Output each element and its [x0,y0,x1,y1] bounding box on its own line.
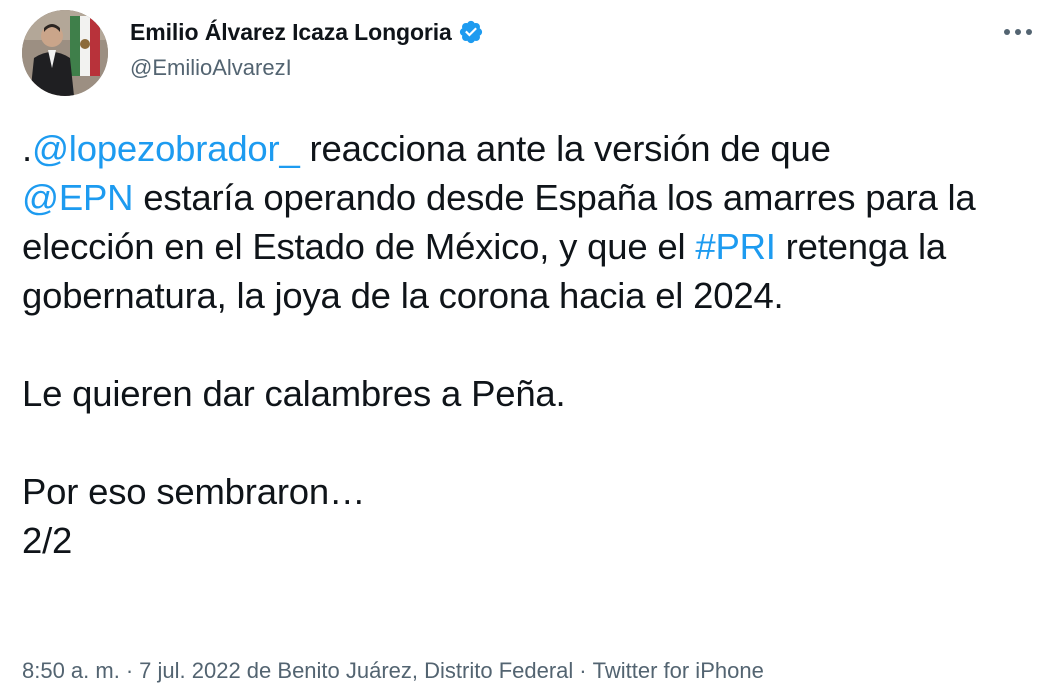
tweet-paragraph-1: .@lopezobrador_ reacciona ante la versió… [22,124,1032,320]
tweet-metadata: 8:50 a. m. · 7 jul. 2022 de Benito Juárez,… [22,658,764,684]
tweet-source-link[interactable]: Twitter for iPhone [593,658,764,683]
text-fragment: reacciona ante la versión de que [299,128,831,169]
tweet-text: .@lopezobrador_ reacciona ante la versió… [22,124,1032,565]
more-options-icon [1004,29,1032,35]
meta-separator: · [579,658,587,683]
tweet-card: Emilio Álvarez Icaza Longoria @EmilioAlv… [0,0,1054,696]
text-fragment: 2/2 [22,520,73,561]
author-display-name[interactable]: Emilio Álvarez Icaza Longoria [130,19,452,46]
tweet-paragraph-3: Por eso sembraron… 2/2 [22,467,1032,565]
avatar-photo [22,10,108,96]
author-handle[interactable]: @EmilioAlvarezI [130,55,484,81]
hashtag-pri-link[interactable]: #PRI [695,226,776,267]
tweet-date-location[interactable]: 7 jul. 2022 de Benito Juárez, Distrito F… [139,658,573,683]
mention-lopezobrador-link[interactable]: @lopezobrador_ [32,128,300,169]
text-fragment: . [22,128,32,169]
tweet-time-link[interactable]: 8:50 a. m. [22,658,120,683]
tweet-paragraph-2: Le quieren dar calambres a Peña. [22,373,566,414]
avatar[interactable] [22,10,108,96]
author-name-row: Emilio Álvarez Icaza Longoria [130,16,484,48]
meta-separator: · [125,658,134,683]
text-fragment: Por eso sembraron… [22,471,366,512]
verified-badge-icon [458,19,484,45]
mention-epn-link[interactable]: @EPN [22,177,134,218]
author-block: Emilio Álvarez Icaza Longoria @EmilioAlv… [130,16,484,81]
more-options-button[interactable] [1000,18,1036,46]
